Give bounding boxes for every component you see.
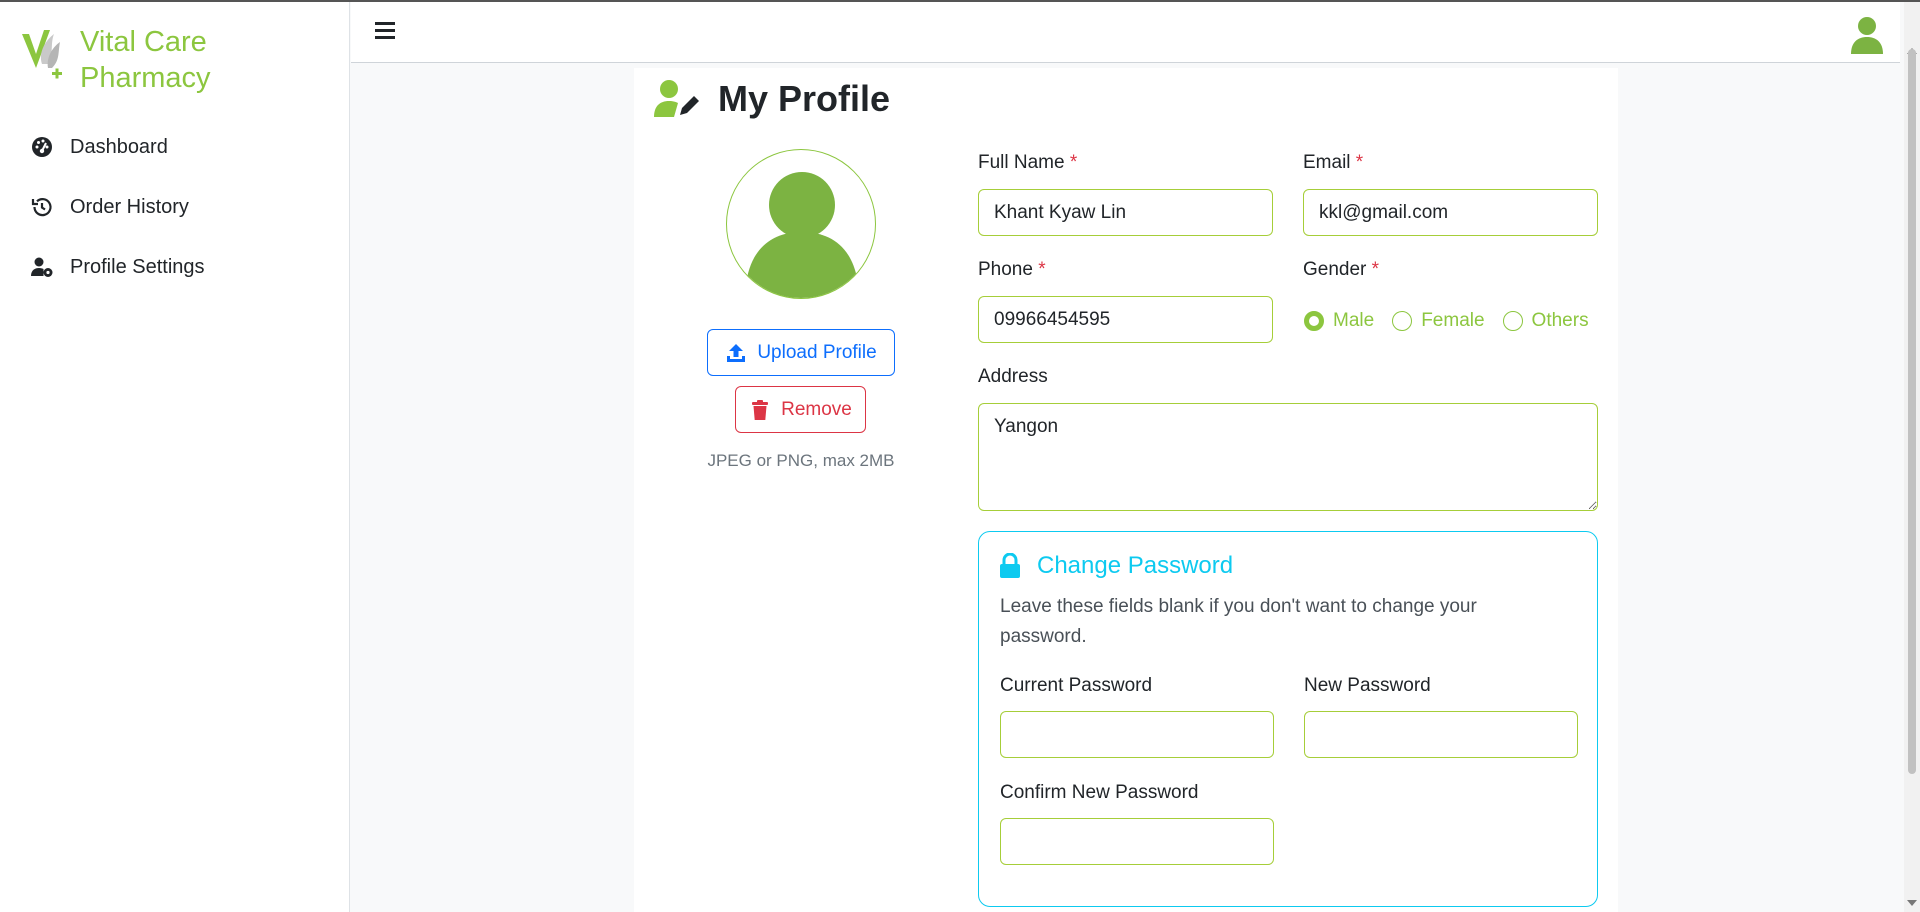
brand-line-1: Vital Care <box>80 26 207 58</box>
profile-card: My Profile Upload Profile Remove JPEG or… <box>634 68 1618 912</box>
change-password-header: Change Password <box>999 552 1233 580</box>
gender-radio-group: Male Female Others <box>1304 310 1589 332</box>
top-navbar <box>351 2 1900 63</box>
gauge-icon <box>32 137 52 157</box>
address-label-text: Address <box>978 366 1048 387</box>
scroll-down-arrow-icon[interactable] <box>1907 900 1917 906</box>
required-marker: * <box>1371 259 1380 280</box>
new-password-label: New Password <box>1304 675 1431 696</box>
required-marker: * <box>1038 259 1046 280</box>
gender-label-text: Gender <box>1303 259 1367 280</box>
full-name-label: Full Name * <box>978 152 1077 174</box>
phone-label-text: Phone <box>978 259 1033 280</box>
page-title: My Profile <box>718 78 891 119</box>
change-password-title: Change Password <box>1037 552 1234 579</box>
gender-option-male[interactable]: Male <box>1304 310 1374 332</box>
current-password-input[interactable] <box>1000 711 1274 758</box>
radio-checked-icon[interactable] <box>1304 311 1324 331</box>
user-edit-icon <box>654 80 699 117</box>
radio-unchecked-icon[interactable] <box>1502 311 1523 331</box>
full-name-input[interactable] <box>978 189 1273 236</box>
upload-icon <box>727 343 746 362</box>
sidebar-item-label: Order History <box>70 195 189 218</box>
current-password-label: Current Password <box>1000 675 1153 696</box>
email-label: Email * <box>1303 152 1363 174</box>
photo-format-hint: JPEG or PNG, max 2MB <box>707 451 895 470</box>
user-avatar-icon[interactable] <box>1850 16 1884 54</box>
scrollbar-thumb[interactable] <box>1908 49 1916 774</box>
phone-input[interactable] <box>978 296 1273 343</box>
sidebar-item-dashboard[interactable]: Dashboard <box>0 117 350 177</box>
remove-photo-button[interactable]: Remove <box>735 386 866 433</box>
upload-profile-button[interactable]: Upload Profile <box>707 329 895 376</box>
page-header: My Profile <box>654 78 890 120</box>
upload-profile-label: Upload Profile <box>757 341 877 363</box>
brand-line-2: Pharmacy <box>80 62 211 94</box>
change-password-description: Leave these fields blank if you don't wa… <box>1000 596 1477 647</box>
phone-label: Phone * <box>978 259 1046 281</box>
sidebar: Vital Care Pharmacy Dashboard Order Hist… <box>0 2 350 912</box>
email-label-text: Email <box>1303 152 1351 173</box>
radio-unchecked-icon[interactable] <box>1392 311 1413 331</box>
brand-logo[interactable]: Vital Care Pharmacy <box>20 24 211 96</box>
confirm-password-label: Confirm New Password <box>1000 782 1199 803</box>
email-input[interactable] <box>1303 189 1598 236</box>
new-password-input[interactable] <box>1304 711 1578 758</box>
address-label: Address <box>978 366 1048 388</box>
confirm-password-input[interactable] <box>1000 818 1274 865</box>
lock-icon <box>1000 553 1020 578</box>
sidebar-item-label: Dashboard <box>70 135 168 158</box>
required-marker: * <box>1355 152 1364 173</box>
gender-option-label: Female <box>1421 310 1485 331</box>
gender-option-female[interactable]: Female <box>1392 310 1485 332</box>
address-textarea[interactable]: Yangon <box>978 403 1598 511</box>
remove-photo-label: Remove <box>781 398 852 420</box>
default-avatar-icon <box>745 172 859 298</box>
gender-option-label: Male <box>1333 310 1375 331</box>
sidebar-nav: Dashboard Order History Profile Settings <box>0 117 350 297</box>
sidebar-item-label: Profile Settings <box>70 255 205 278</box>
pharmacy-logo-icon <box>22 30 62 79</box>
brand-name: Vital Care Pharmacy <box>80 24 211 96</box>
gender-option-label: Others <box>1531 310 1589 331</box>
menu-toggle-icon[interactable] <box>375 22 395 42</box>
user-gear-icon <box>31 257 53 277</box>
gender-label: Gender * <box>1303 259 1379 281</box>
required-marker: * <box>1069 152 1078 173</box>
profile-photo <box>726 149 876 299</box>
sidebar-item-profile-settings[interactable]: Profile Settings <box>0 237 350 297</box>
page-scrollbar[interactable] <box>1904 2 1920 912</box>
change-password-panel: Change Password Leave these fields blank… <box>978 531 1598 907</box>
trash-icon <box>752 399 769 420</box>
gender-option-others[interactable]: Others <box>1502 310 1589 332</box>
history-icon <box>31 198 52 217</box>
sidebar-item-order-history[interactable]: Order History <box>0 177 350 237</box>
full-name-label-text: Full Name <box>978 152 1065 173</box>
